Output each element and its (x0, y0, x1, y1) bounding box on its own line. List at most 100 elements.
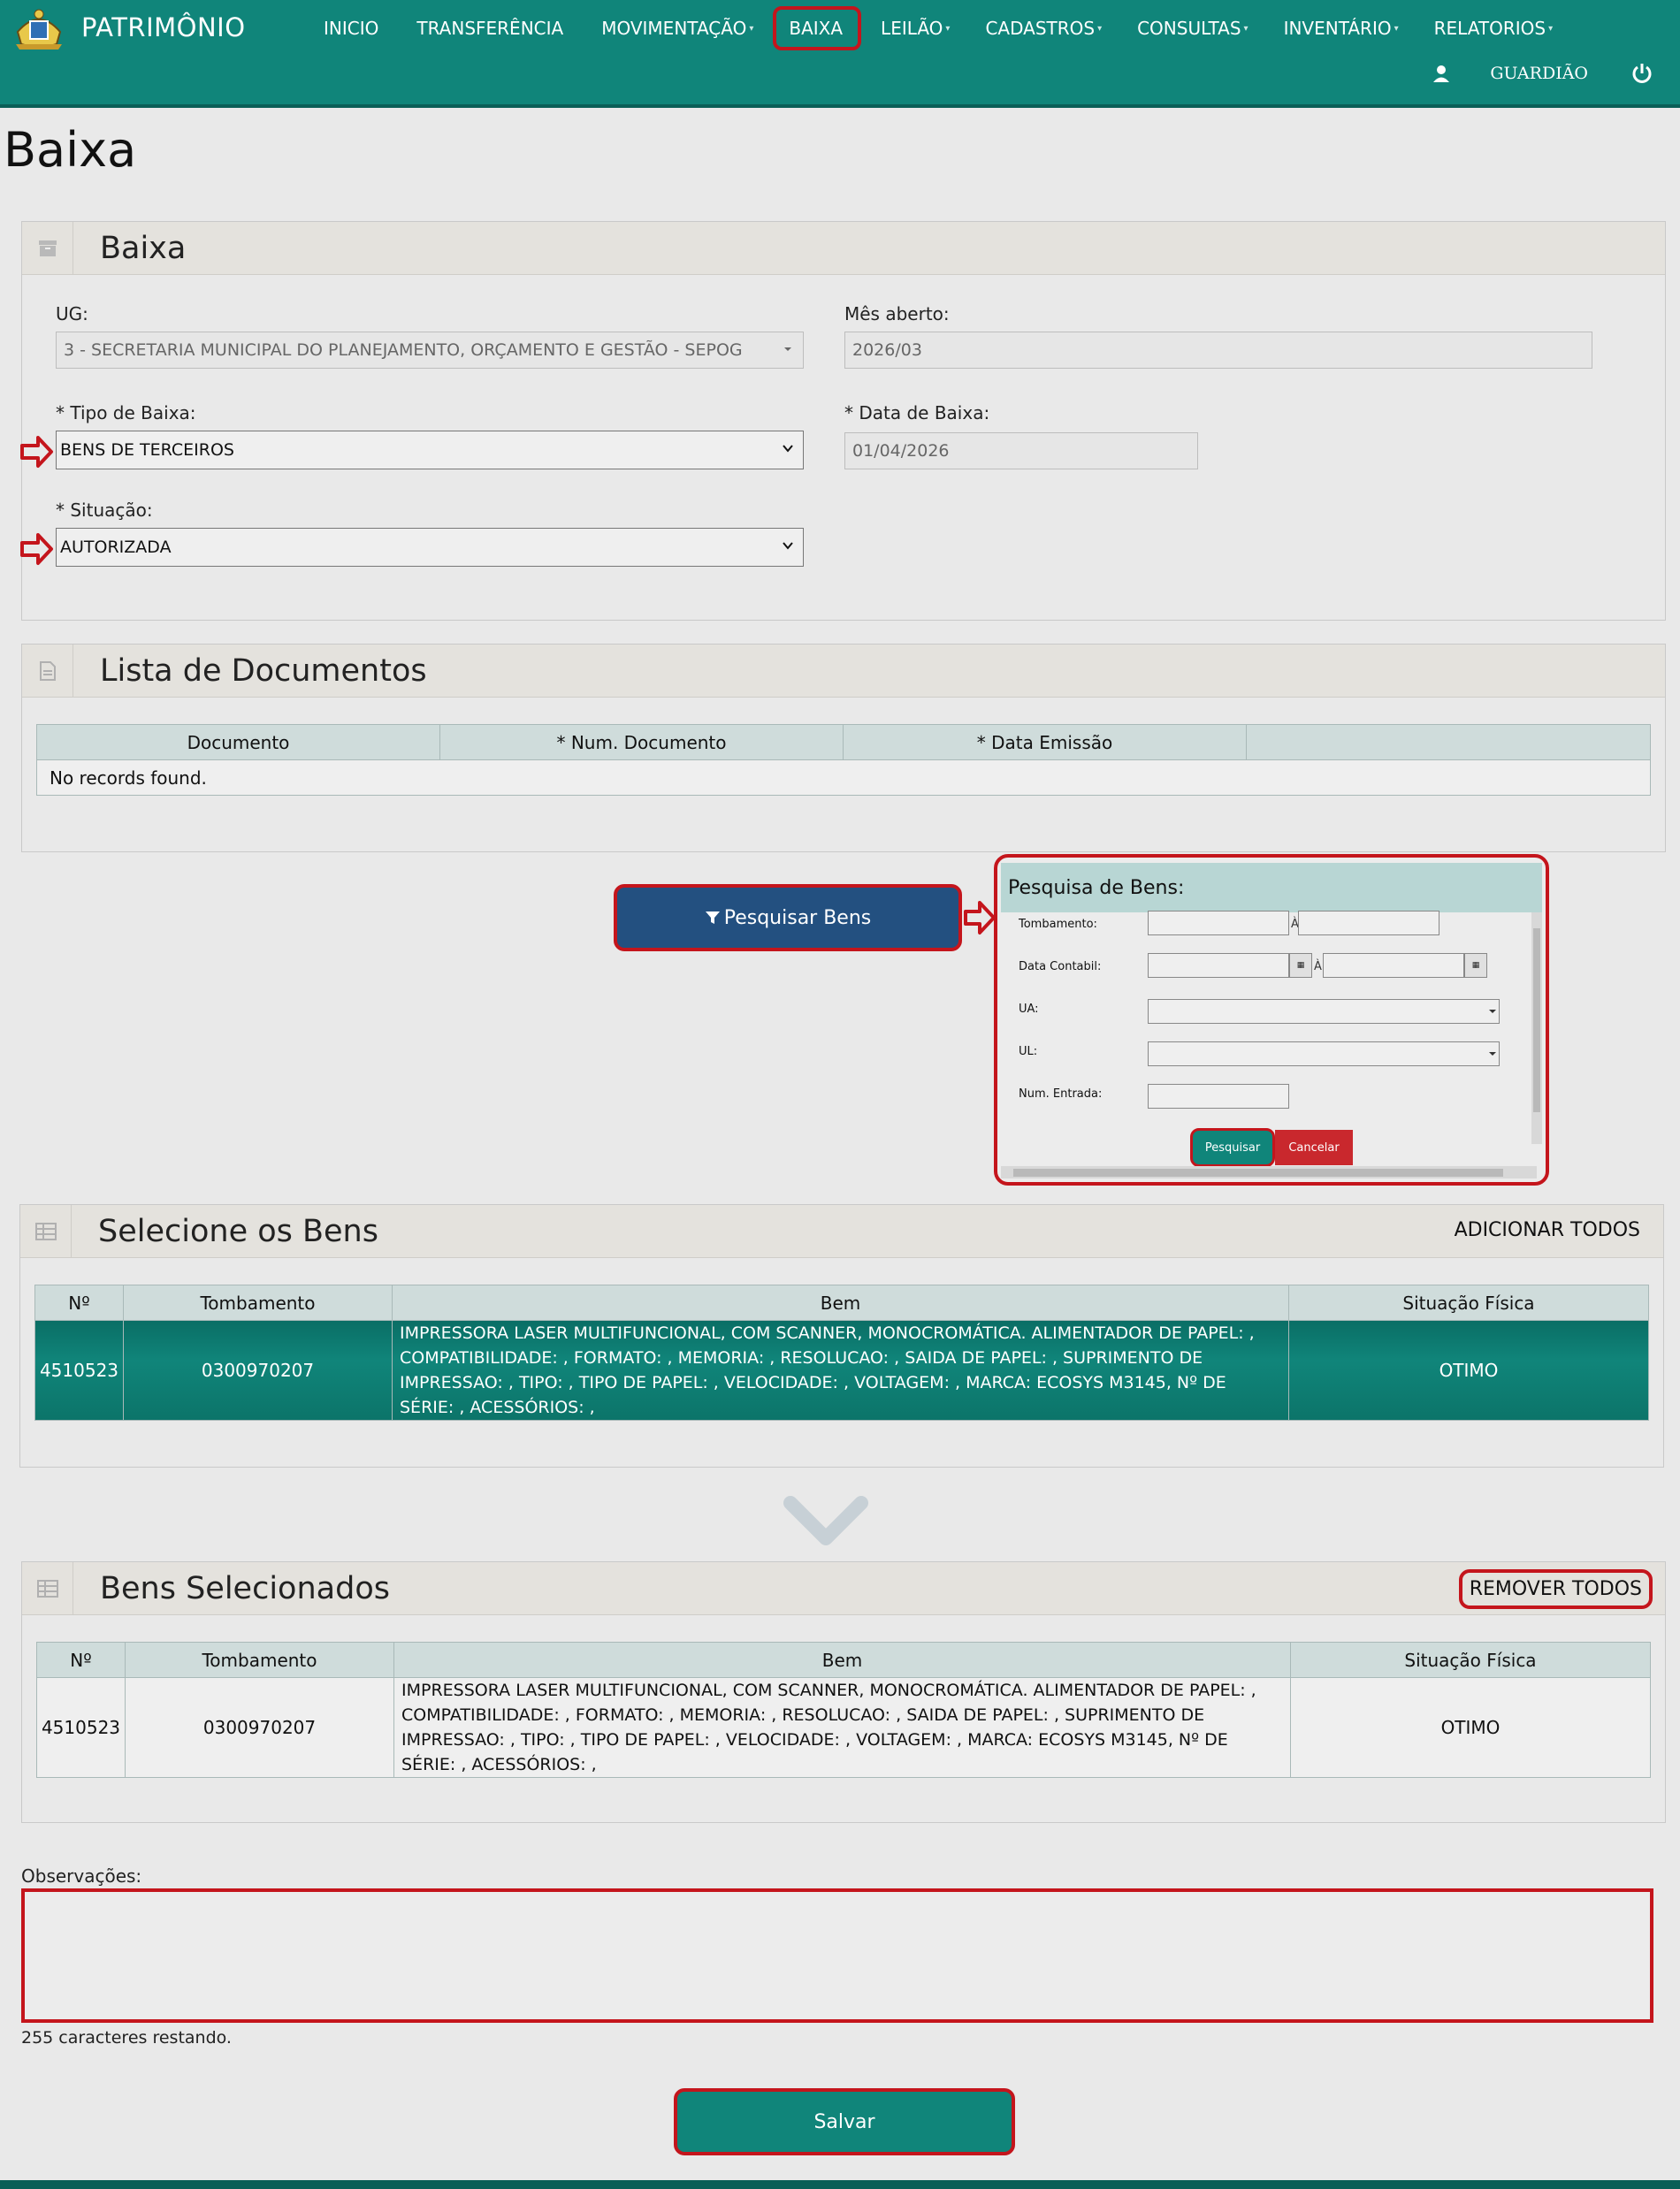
crest-logo (16, 9, 62, 50)
table-row[interactable]: 4510523 0300970207 IMPRESSORA LASER MULT… (36, 1677, 1651, 1778)
ul-label: UL: (1019, 1045, 1038, 1058)
document-icon (39, 660, 56, 681)
num-entrada-input[interactable] (1148, 1084, 1289, 1109)
row-num: 4510523 (34, 1320, 124, 1421)
col-num[interactable]: Nº (34, 1285, 124, 1321)
documentos-panel: Lista de Documentos Documento * Num. Doc… (21, 644, 1666, 852)
selecionados-panel-header: Bens Selecionados REMOVER TODOS (22, 1562, 1665, 1615)
data-baixa-label: * Data de Baixa: (844, 402, 990, 423)
nav-baixa[interactable]: BAIXA (771, 0, 863, 57)
top-navbar: PATRIMÔNIO INICIO TRANSFERÊNCIA MOVIMENT… (0, 0, 1680, 108)
grid-icon (34, 1222, 57, 1240)
selecione-table: Nº Tombamento Bem Situação Física 451052… (34, 1285, 1649, 1421)
nav-transferencia[interactable]: TRANSFERÊNCIA (399, 0, 584, 57)
col-num[interactable]: Nº (36, 1642, 126, 1678)
tombamento-to-input[interactable] (1298, 911, 1439, 935)
ua-select[interactable] (1148, 999, 1500, 1024)
dialog-vertical-scrollbar[interactable] (1531, 912, 1542, 1144)
archive-icon (38, 240, 57, 256)
nav-cadastros[interactable]: CADASTROS ▾ (967, 0, 1119, 57)
nav-inventario[interactable]: INVENTÁRIO ▾ (1266, 0, 1417, 57)
col-actions (1246, 724, 1651, 760)
nav-consultas[interactable]: CONSULTAS ▾ (1119, 0, 1265, 57)
row-situacao: OTIMO (1288, 1320, 1649, 1421)
row-tombamento: 0300970207 (125, 1677, 394, 1778)
baixa-panel: Baixa UG: 3 - SECRETARIA MUNICIPAL DO PL… (20, 221, 1666, 621)
ug-value: 3 - SECRETARIA MUNICIPAL DO PLANEJAMENTO… (64, 340, 743, 360)
nav-leilao[interactable]: LEILÃO ▾ (863, 0, 967, 57)
main-nav: INICIO TRANSFERÊNCIA MOVIMENTAÇÃO ▾ BAIXA… (306, 0, 1570, 57)
salvar-button[interactable]: Salvar (674, 2088, 1015, 2155)
documentos-table: Documento * Num. Documento * Data Emissã… (36, 724, 1651, 796)
cancelar-button[interactable]: Cancelar (1275, 1130, 1353, 1165)
remover-todos-button[interactable]: REMOVER TODOS (1458, 1569, 1653, 1609)
tipo-baixa-select[interactable]: BENS DE TERCEIROS (56, 431, 804, 469)
right-arrow-icon (20, 533, 53, 565)
row-situacao: OTIMO (1290, 1677, 1651, 1778)
row-bem: IMPRESSORA LASER MULTIFUNCIONAL, COM SCA… (392, 1320, 1289, 1421)
observacoes-textarea[interactable] (21, 1888, 1653, 2023)
observacoes-label: Observações: (21, 1865, 142, 1887)
filter-icon (705, 911, 720, 924)
selecione-panel-title: Selecione os Bens (98, 1213, 378, 1249)
documentos-panel-header: Lista de Documentos (22, 644, 1665, 698)
data-contabil-label: Data Contabil: (1019, 960, 1102, 973)
col-tombamento[interactable]: Tombamento (123, 1285, 393, 1321)
baixa-panel-header: Baixa (22, 222, 1665, 275)
selecionados-table: Nº Tombamento Bem Situação Física 451052… (36, 1642, 1651, 1778)
scroll-thumb[interactable] (1013, 1169, 1503, 1177)
table-row[interactable]: 4510523 0300970207 IMPRESSORA LASER MULT… (34, 1320, 1649, 1421)
nav-inicio[interactable]: INICIO (306, 0, 399, 57)
selecione-bens-panel: Selecione os Bens ADICIONAR TODOS Nº Tom… (19, 1204, 1664, 1468)
tombamento-label: Tombamento: (1019, 918, 1097, 931)
ua-label: UA: (1019, 1003, 1039, 1016)
calendar-icon[interactable]: ▦ (1464, 953, 1487, 978)
col-documento[interactable]: Documento (36, 724, 440, 760)
row-bem: IMPRESSORA LASER MULTIFUNCIONAL, COM SCA… (393, 1677, 1291, 1778)
col-data-emissao[interactable]: * Data Emissão (843, 724, 1247, 760)
col-tombamento[interactable]: Tombamento (125, 1642, 394, 1678)
page-title: Baixa (4, 122, 137, 178)
app-brand[interactable]: PATRIMÔNIO (81, 12, 246, 42)
selecionados-panel-title: Bens Selecionados (100, 1570, 390, 1606)
bens-selecionados-panel: Bens Selecionados REMOVER TODOS Nº Tomba… (21, 1561, 1666, 1823)
col-situacao[interactable]: Situação Física (1290, 1642, 1651, 1678)
nav-relatorios[interactable]: RELATORIOS ▾ (1417, 0, 1571, 57)
data-contabil-to-input[interactable] (1323, 953, 1464, 978)
ug-select[interactable]: 3 - SECRETARIA MUNICIPAL DO PLANEJAMENTO… (56, 332, 804, 369)
data-contabil-from-input[interactable] (1148, 953, 1289, 978)
data-baixa-field[interactable]: 01/04/2026 (844, 432, 1198, 469)
user-icon[interactable] (1432, 64, 1451, 83)
tipo-value: BENS DE TERCEIROS (60, 440, 234, 460)
chevron-down-icon (783, 445, 793, 453)
chevron-down-icon (784, 347, 791, 351)
dialog-horizontal-scrollbar[interactable] (1001, 1166, 1537, 1178)
pesquisar-button[interactable]: Pesquisar (1190, 1128, 1275, 1167)
user-name[interactable]: GUARDIÃO (1490, 64, 1588, 83)
empty-row: No records found. (36, 759, 1651, 796)
row-num: 4510523 (36, 1677, 126, 1778)
scroll-thumb[interactable] (1533, 928, 1540, 1112)
col-num-documento[interactable]: * Num. Documento (439, 724, 844, 760)
baixa-panel-title: Baixa (100, 230, 187, 266)
col-bem[interactable]: Bem (392, 1285, 1289, 1321)
col-bem[interactable]: Bem (393, 1642, 1291, 1678)
row-tombamento: 0300970207 (123, 1320, 393, 1421)
data-contabil-sep: À (1314, 960, 1322, 973)
situacao-label: * Situação: (56, 500, 153, 521)
calendar-icon[interactable]: ▦ (1289, 953, 1312, 978)
pesquisar-bens-button[interactable]: Pesquisar Bens (614, 884, 962, 951)
nav-movimentacao[interactable]: MOVIMENTAÇÃO ▾ (584, 0, 771, 57)
tombamento-from-input[interactable] (1148, 911, 1289, 935)
mes-label: Mês aberto: (844, 303, 950, 324)
power-icon[interactable] (1630, 62, 1653, 85)
footer-bar (0, 2180, 1680, 2189)
tipo-label: * Tipo de Baixa: (56, 402, 196, 423)
adicionar-todos-button[interactable]: ADICIONAR TODOS (1455, 1219, 1640, 1241)
chevron-down-icon: ▾ (749, 23, 754, 34)
situacao-select[interactable]: AUTORIZADA (56, 528, 804, 567)
grid-icon (36, 1579, 58, 1598)
ug-label: UG: (56, 303, 88, 324)
col-situacao[interactable]: Situação Física (1288, 1285, 1649, 1321)
ul-select[interactable] (1148, 1041, 1500, 1066)
